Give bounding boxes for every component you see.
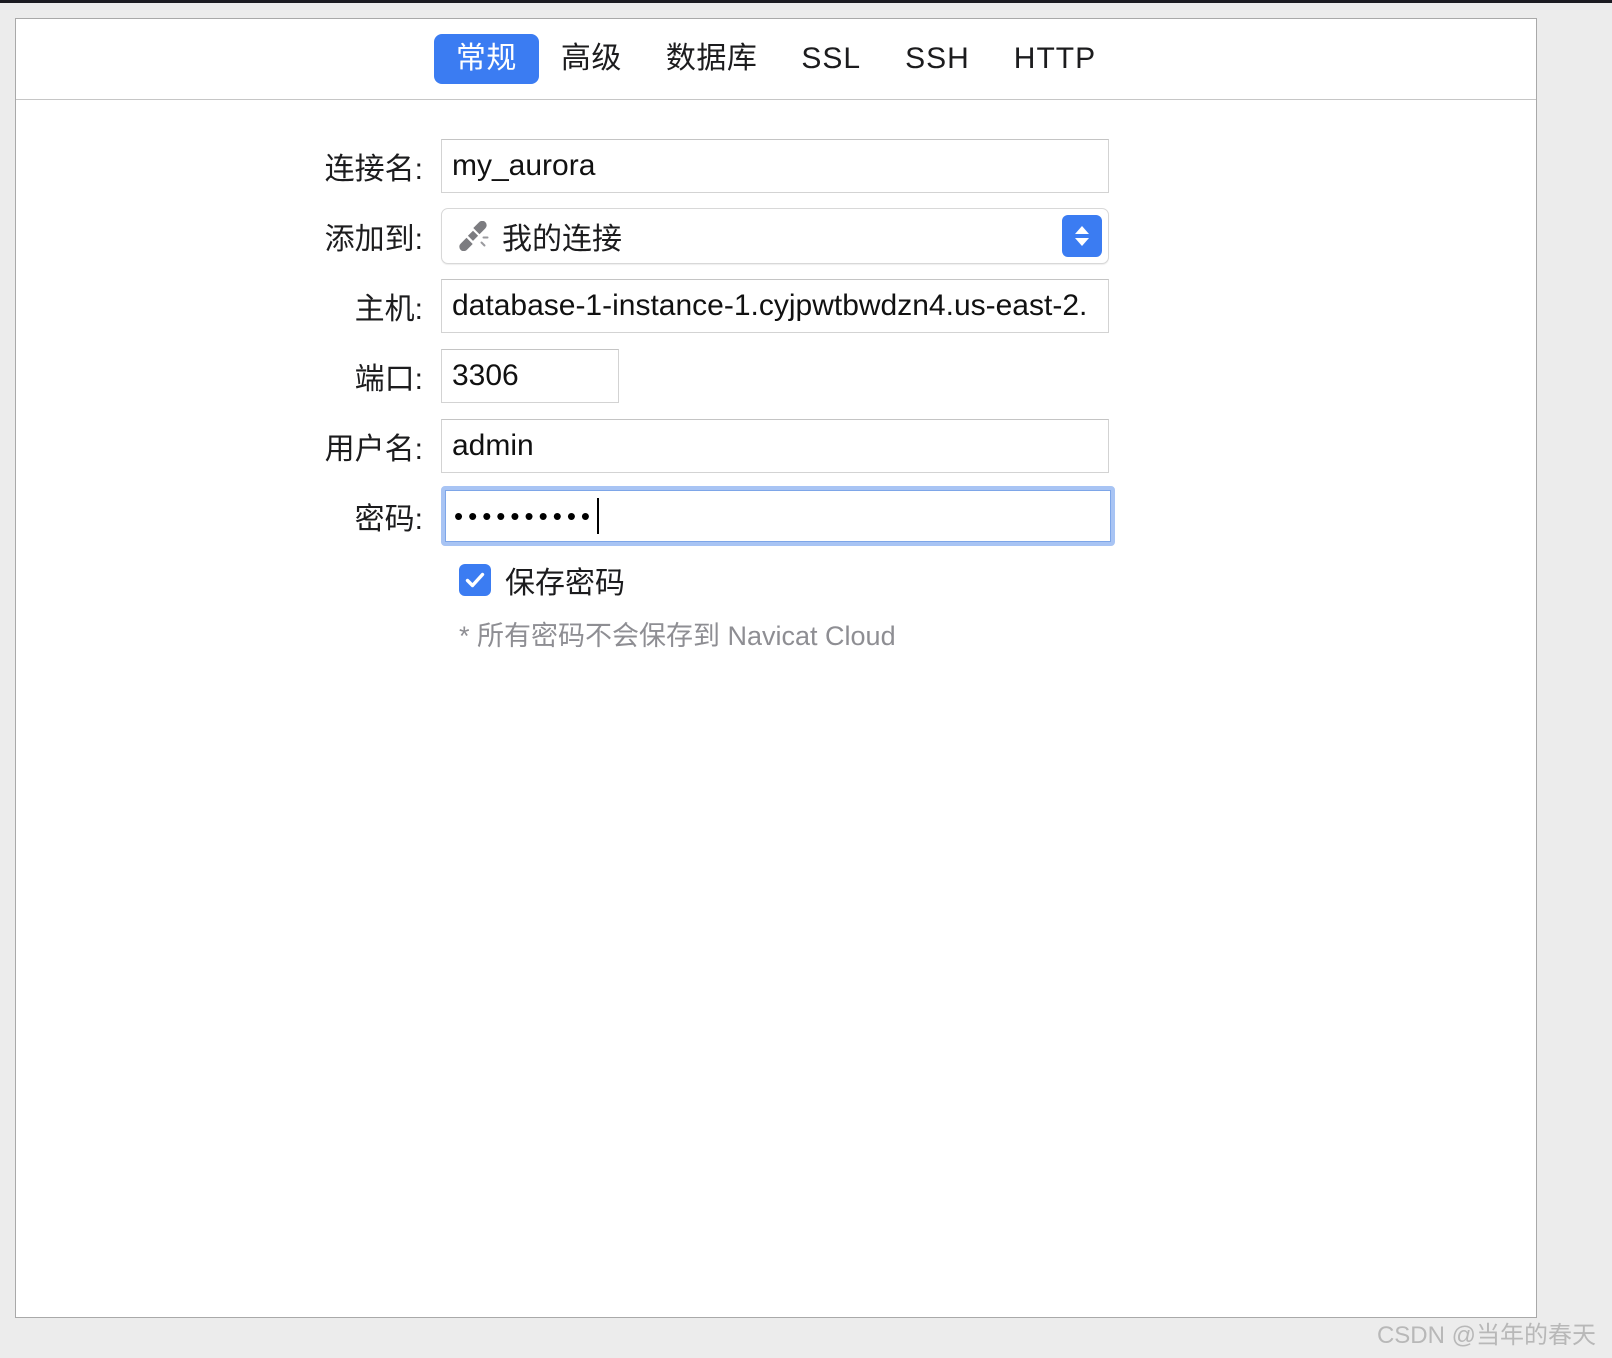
username-label: 用户名: (324, 433, 423, 466)
tab-ssh[interactable]: SSH (883, 34, 992, 85)
password-input[interactable]: •••••••••• (445, 490, 1111, 542)
row-connection-name: 连接名: my_aurora (16, 138, 1536, 194)
tab-bar: 常规 高级 数据库 SSL SSH HTTP (16, 19, 1536, 100)
tab-advanced[interactable]: 高级 (539, 34, 644, 85)
add-to-select[interactable]: 我的连接 (441, 208, 1109, 264)
host-input[interactable]: database-1-instance-1.cyjpwtbwdzn4.us-ea… (441, 279, 1109, 333)
add-to-value: 我的连接 (502, 223, 622, 256)
connection-name-field-wrap: my_aurora (441, 139, 1109, 193)
port-input[interactable]: 3306 (441, 349, 619, 403)
port-field-wrap: 3306 (441, 349, 619, 403)
row-port: 端口: 3306 (16, 348, 1536, 404)
row-host: 主机: database-1-instance-1.cyjpwtbwdzn4.u… (16, 278, 1536, 334)
host-field-wrap: database-1-instance-1.cyjpwtbwdzn4.us-ea… (441, 279, 1109, 333)
connection-name-input[interactable]: my_aurora (441, 139, 1109, 193)
title-bar-strip (0, 0, 1612, 3)
plug-icon (456, 220, 490, 252)
tab-general[interactable]: 常规 (433, 33, 539, 85)
text-caret (597, 498, 600, 534)
tab-ssl[interactable]: SSL (779, 34, 883, 85)
watermark: CSDN @当年的春天 (1376, 1322, 1596, 1349)
port-label: 端口: (354, 363, 423, 396)
connection-settings-panel: 常规 高级 数据库 SSL SSH HTTP 连接名: my_aurora 添加… (15, 18, 1537, 1318)
row-password: 密码: •••••••••• (16, 486, 1536, 546)
save-password-checkbox[interactable] (459, 564, 491, 596)
connection-name-label: 连接名: (324, 153, 423, 186)
row-username: 用户名: admin (16, 418, 1536, 474)
general-settings-form: 连接名: my_aurora 添加到: 我的连接 主机: database-1-… (16, 100, 1536, 653)
password-masked-value: •••••••••• (454, 501, 596, 531)
host-label: 主机: (354, 293, 423, 326)
username-input[interactable]: admin (441, 419, 1109, 473)
chevron-updown-icon[interactable] (1062, 215, 1102, 257)
password-focus-ring: •••••••••• (441, 486, 1115, 546)
password-label: 密码: (354, 503, 423, 536)
cloud-password-hint: * 所有密码不会保存到 Navicat Cloud (459, 621, 896, 651)
tab-http[interactable]: HTTP (992, 34, 1118, 85)
username-field-wrap: admin (441, 419, 1109, 473)
add-to-label: 添加到: (324, 223, 423, 256)
save-password-label: 保存密码 (505, 567, 625, 600)
row-add-to: 添加到: 我的连接 (16, 208, 1536, 264)
save-password-row[interactable]: 保存密码 (459, 558, 1536, 602)
tab-database[interactable]: 数据库 (644, 34, 780, 85)
